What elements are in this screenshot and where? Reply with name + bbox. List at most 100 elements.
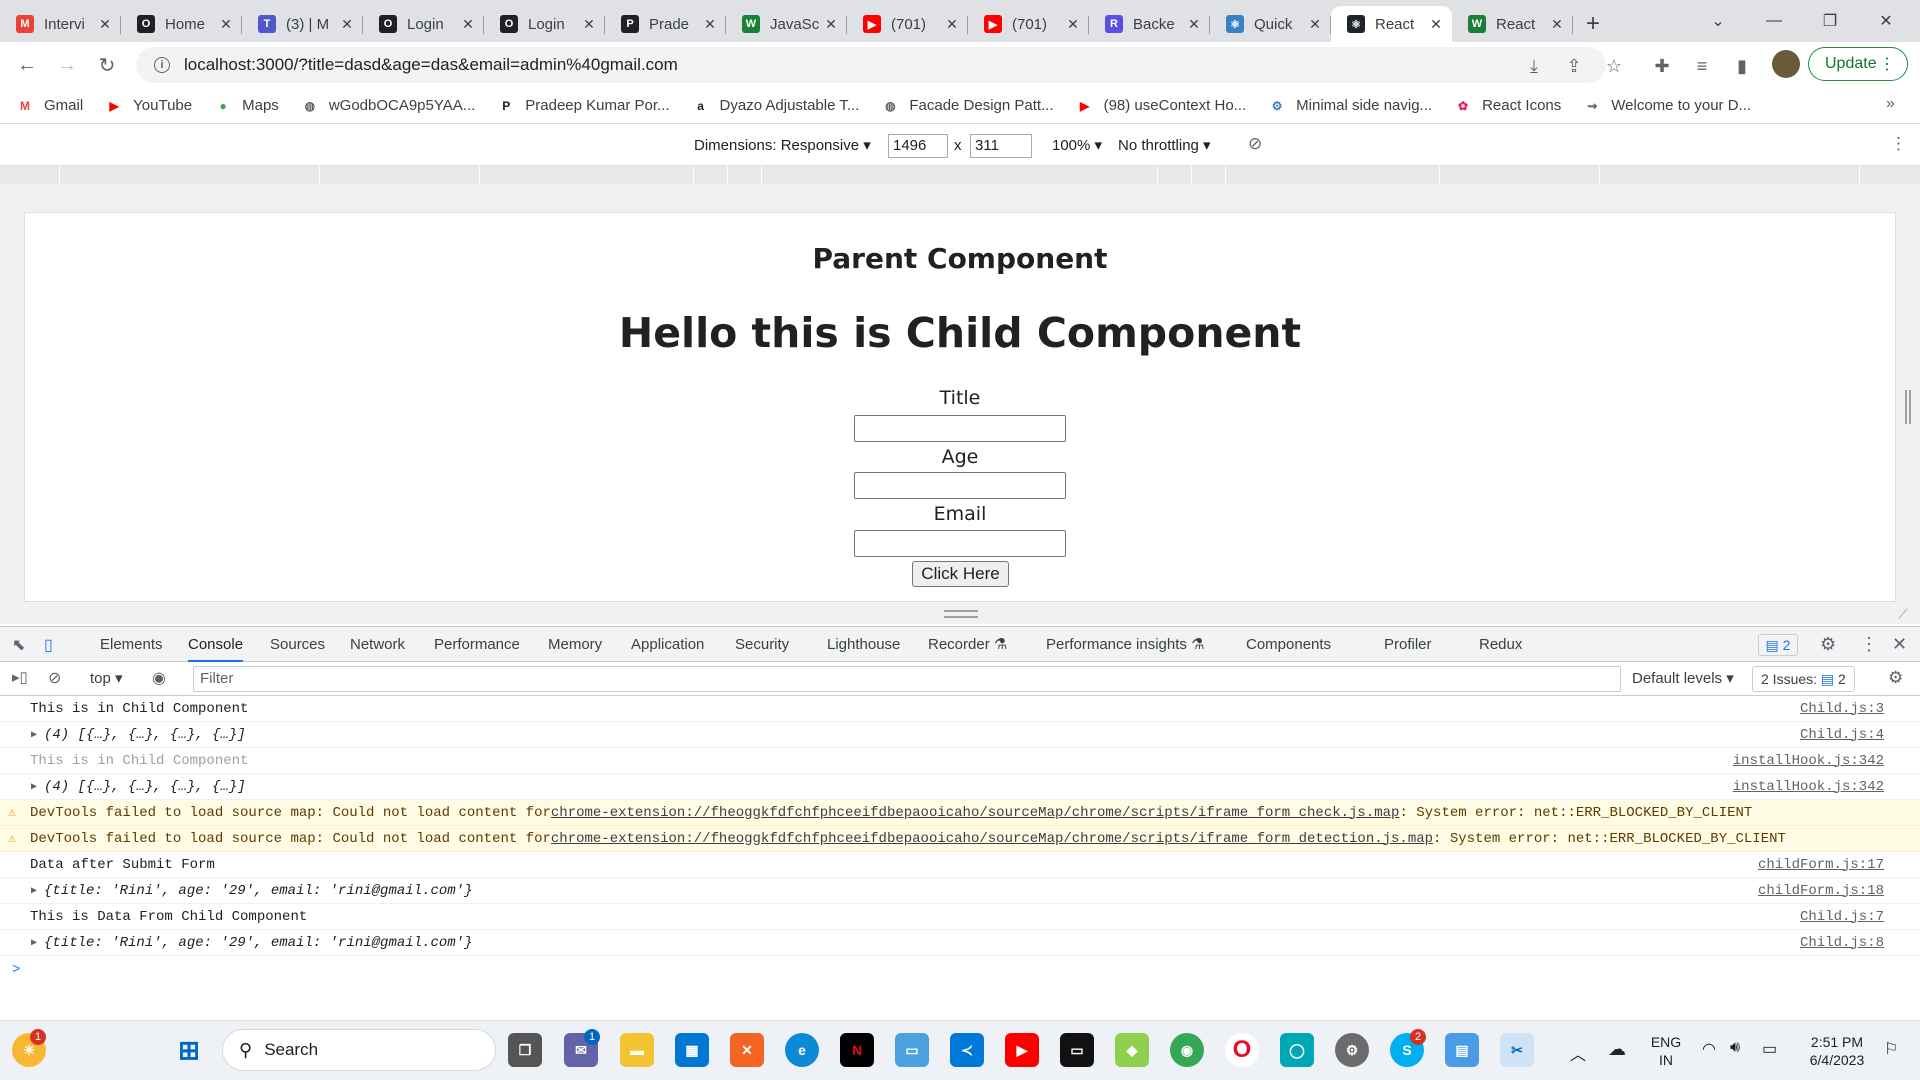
bookmark-item[interactable]: ▶ YouTube <box>105 97 193 115</box>
source-map-link[interactable]: chrome-extension://fheoggkfdfchfphceeifd… <box>551 805 1400 821</box>
media-query-segment[interactable] <box>0 166 60 184</box>
tray-overflow-icon[interactable]: ︿ <box>1570 1041 1586 1065</box>
tab-close-icon[interactable]: ✕ <box>1186 16 1202 33</box>
media-query-segment[interactable] <box>60 166 320 184</box>
tab-close-icon[interactable]: ✕ <box>218 16 234 33</box>
forward-icon[interactable]: → <box>52 50 82 80</box>
tab-close-icon[interactable]: ✕ <box>823 16 839 33</box>
zoom-select[interactable]: 100% ▾ <box>1052 136 1102 154</box>
click-here-button[interactable]: Click Here <box>912 561 1009 587</box>
bookmark-item[interactable]: ◍ Facade Design Patt... <box>881 97 1054 115</box>
console-message-text[interactable]: (4) [{…}, {…}, {…}, {…}] <box>44 727 246 743</box>
opera-icon[interactable]: O <box>1225 1033 1259 1067</box>
xampp-icon[interactable]: ✕ <box>730 1033 764 1067</box>
reading-list-icon[interactable]: ≡ <box>1690 54 1714 78</box>
update-button[interactable]: Update ⋮ <box>1808 47 1908 81</box>
bookmark-item[interactable]: a Dyazo Adjustable T... <box>692 97 859 115</box>
bookmark-item[interactable]: ◍ wGodbOCA9p5YAA... <box>301 97 476 115</box>
expand-arrow-icon[interactable]: ▶ <box>31 781 37 793</box>
browser-tab[interactable]: O Home ✕ <box>121 6 242 42</box>
throttling-select[interactable]: No throttling ▾ <box>1118 136 1211 154</box>
browser-tab[interactable]: W JavaSc ✕ <box>726 6 847 42</box>
devtools-tab[interactable]: Security <box>735 627 789 662</box>
extensions-icon[interactable]: ✚ <box>1650 54 1674 78</box>
file-explorer-icon[interactable]: ▬ <box>620 1033 654 1067</box>
tab-close-icon[interactable]: ✕ <box>1065 16 1081 33</box>
edge-icon[interactable]: e <box>785 1033 819 1067</box>
media-query-segment[interactable] <box>1600 166 1860 184</box>
console-settings-icon[interactable]: ⚙ <box>1888 668 1903 688</box>
devtools-tab[interactable]: Console <box>188 627 244 662</box>
tab-close-icon[interactable]: ✕ <box>702 16 718 33</box>
tab-search-icon[interactable]: ⌄ <box>1690 0 1746 42</box>
minimize-icon[interactable]: — <box>1746 0 1802 42</box>
address-bar[interactable]: i localhost:3000/?title=dasd&age=das&ema… <box>136 47 1606 83</box>
share-icon[interactable]: ⇪ <box>1562 54 1586 78</box>
media-query-segment[interactable] <box>1440 166 1600 184</box>
browser-tab[interactable]: T (3) | M ✕ <box>242 6 363 42</box>
tab-close-icon[interactable]: ✕ <box>339 16 355 33</box>
tab-close-icon[interactable]: ✕ <box>1549 16 1565 33</box>
settings-icon[interactable]: ⚙ <box>1335 1033 1369 1067</box>
media-query-segment[interactable] <box>1158 166 1192 184</box>
wifi-icon[interactable]: ◠ <box>1702 1039 1716 1059</box>
notification-icon[interactable]: ⚐ <box>1884 1039 1898 1059</box>
alexa-icon[interactable]: ◯ <box>1280 1033 1314 1067</box>
bookmark-item[interactable]: ⚙ Minimal side navig... <box>1268 97 1432 115</box>
bookmark-item[interactable]: M Gmail <box>16 97 83 115</box>
issues-counter[interactable]: 2 Issues: ▤ 2 <box>1752 666 1855 692</box>
console-source-link[interactable]: Child.js:4 <box>1800 727 1884 743</box>
youtube-app-icon[interactable]: ▶ <box>1005 1033 1039 1067</box>
media-query-segment[interactable] <box>1226 166 1440 184</box>
bookmark-item[interactable]: ⇝ Welcome to your D... <box>1583 97 1751 115</box>
tab-close-icon[interactable]: ✕ <box>97 16 113 33</box>
snipping-tool-icon[interactable]: ✂ <box>1500 1033 1534 1067</box>
width-input[interactable]: 1496 <box>888 134 948 158</box>
media-query-segment[interactable] <box>728 166 762 184</box>
browser-tab[interactable]: R Backe ✕ <box>1089 6 1210 42</box>
devtools-tab[interactable]: Performance insights ⚗ <box>1046 627 1205 662</box>
console-source-link[interactable]: Child.js:8 <box>1800 935 1884 951</box>
context-select[interactable]: top ▾ <box>90 669 123 687</box>
clear-console-icon[interactable]: ⊘ <box>48 668 61 688</box>
console-prompt[interactable]: > <box>12 962 20 978</box>
notepad-icon[interactable]: ▤ <box>1445 1033 1479 1067</box>
console-source-link[interactable]: installHook.js:342 <box>1733 753 1884 769</box>
devtools-tab[interactable]: Memory <box>548 627 602 662</box>
devtools-tab[interactable]: Elements <box>100 627 163 662</box>
site-info-icon[interactable]: i <box>154 57 170 73</box>
language-indicator[interactable]: ENG IN <box>1648 1033 1684 1069</box>
devtools-tab[interactable]: Components <box>1246 627 1331 662</box>
rotate-icon[interactable]: ⊘ <box>1248 134 1262 154</box>
devtools-settings-icon[interactable]: ⚙ <box>1820 634 1836 655</box>
tab-close-icon[interactable]: ✕ <box>1428 16 1444 33</box>
bookmark-item[interactable]: ▶ (98) useContext Ho... <box>1076 97 1246 115</box>
task-view-icon[interactable]: ❐ <box>508 1033 542 1067</box>
browser-tab[interactable]: ▶ (701) ✕ <box>968 6 1089 42</box>
console-message-text[interactable]: (4) [{…}, {…}, {…}, {…}] <box>44 779 246 795</box>
height-input[interactable]: 311 <box>970 134 1032 158</box>
expand-arrow-icon[interactable]: ▶ <box>31 937 37 949</box>
browser-tab[interactable]: O Login ✕ <box>363 6 484 42</box>
dimensions-select[interactable]: Dimensions: Responsive ▾ <box>694 136 871 154</box>
email-input[interactable] <box>854 530 1066 557</box>
device-more-icon[interactable]: ⋮ <box>1890 134 1907 154</box>
vscode-icon[interactable]: ≺ <box>950 1033 984 1067</box>
console-source-link[interactable]: childForm.js:17 <box>1758 857 1884 873</box>
devtools-close-icon[interactable]: ✕ <box>1892 634 1907 655</box>
bookmarks-overflow-icon[interactable]: » <box>1886 95 1895 113</box>
log-levels-select[interactable]: Default levels ▾ <box>1632 669 1734 687</box>
browser-tab[interactable]: P Prade ✕ <box>605 6 726 42</box>
app-icon[interactable]: ▭ <box>895 1033 929 1067</box>
chrome-icon[interactable]: ◉ <box>1170 1033 1204 1067</box>
console-source-link[interactable]: Child.js:3 <box>1800 701 1884 717</box>
media-query-segment[interactable] <box>762 166 1158 184</box>
tab-close-icon[interactable]: ✕ <box>460 16 476 33</box>
devtools-tab[interactable]: Lighthouse <box>827 627 900 662</box>
source-map-link[interactable]: chrome-extension://fheoggkfdfchfphceeifd… <box>551 831 1433 847</box>
device-toggle-icon[interactable]: ▯ <box>44 635 53 655</box>
media-query-segment[interactable] <box>694 166 728 184</box>
netflix-icon[interactable]: N <box>840 1033 874 1067</box>
viewport-side-resize-handle[interactable] <box>1905 390 1911 424</box>
devtools-tab[interactable]: Application <box>631 627 704 662</box>
